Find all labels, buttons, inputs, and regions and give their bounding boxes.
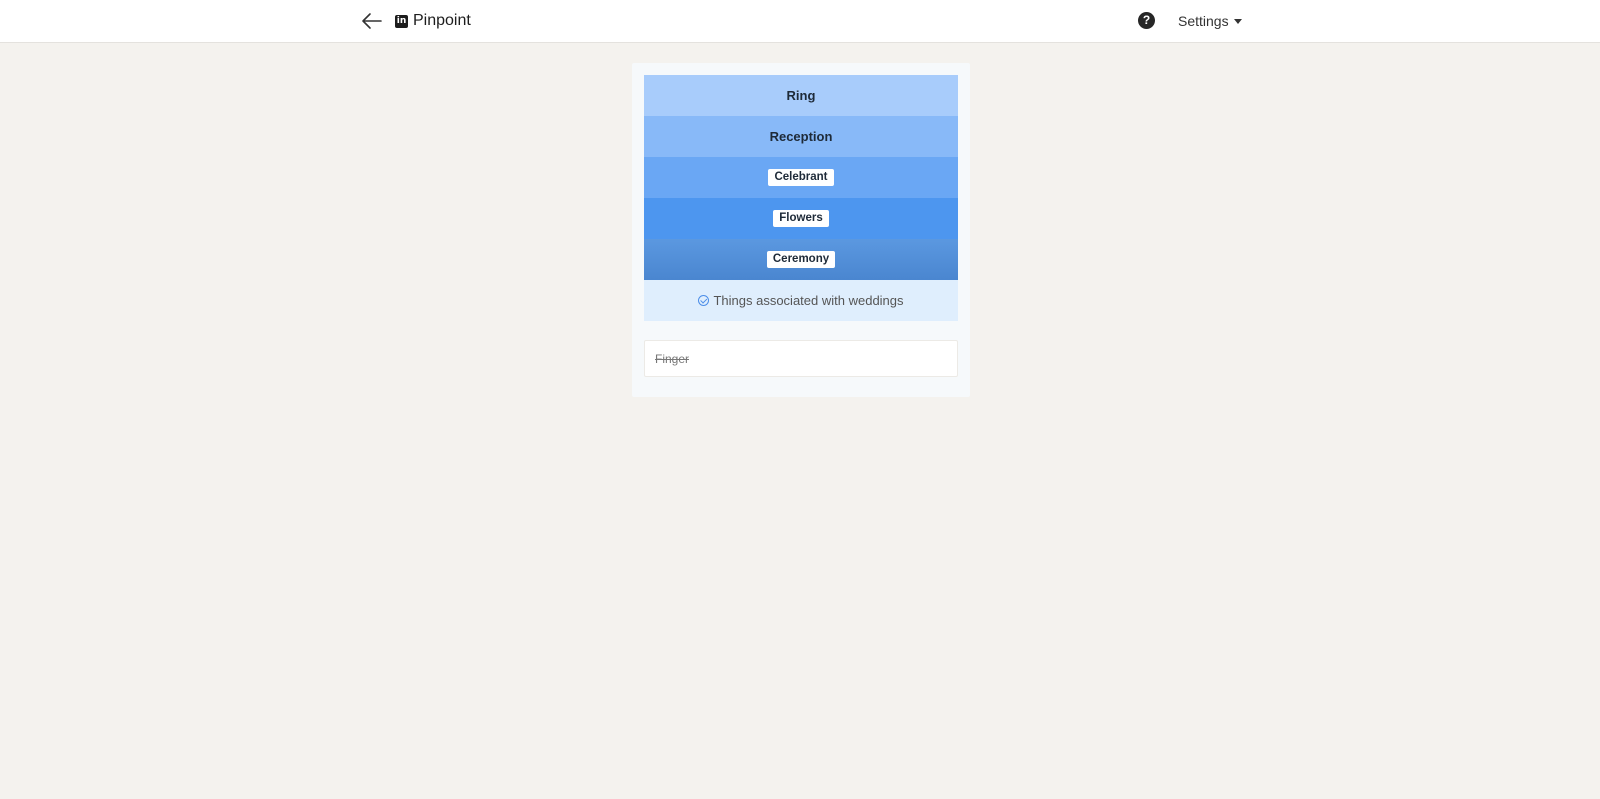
clue-label: Ring <box>786 88 816 103</box>
game-panel: Ring Reception Celebrant Flowers Ceremon… <box>632 63 970 397</box>
clue-label: Reception <box>769 129 833 144</box>
settings-dropdown[interactable]: Settings <box>1178 13 1242 29</box>
app-title: Pinpoint <box>413 12 471 29</box>
clue-chip: Ceremony <box>766 251 836 268</box>
clue-row: Ceremony <box>644 239 958 280</box>
linkedin-logo-icon: in <box>395 14 408 28</box>
clue-row: Reception <box>644 116 958 157</box>
help-icon[interactable]: ? <box>1138 12 1155 29</box>
clue-chip: Flowers <box>773 210 829 227</box>
clue-row: Ring <box>644 75 958 116</box>
top-navigation-bar: in Pinpoint ? Settings <box>0 0 1600 43</box>
answer-text: Things associated with weddings <box>713 293 904 308</box>
caret-down-icon <box>1233 19 1242 24</box>
clue-chip: Celebrant <box>768 169 834 186</box>
brand[interactable]: in Pinpoint <box>395 10 471 32</box>
clue-row: Flowers <box>644 198 958 239</box>
check-circle-icon <box>698 295 710 306</box>
clue-stack: Ring Reception Celebrant Flowers Ceremon… <box>644 75 958 321</box>
settings-label: Settings <box>1178 13 1229 29</box>
wrong-guess: Finger <box>655 351 690 366</box>
clue-row: Celebrant <box>644 157 958 198</box>
guess-list-item: Finger <box>644 340 958 377</box>
answer-row: Things associated with weddings <box>644 280 958 321</box>
back-arrow-icon[interactable] <box>360 10 384 32</box>
